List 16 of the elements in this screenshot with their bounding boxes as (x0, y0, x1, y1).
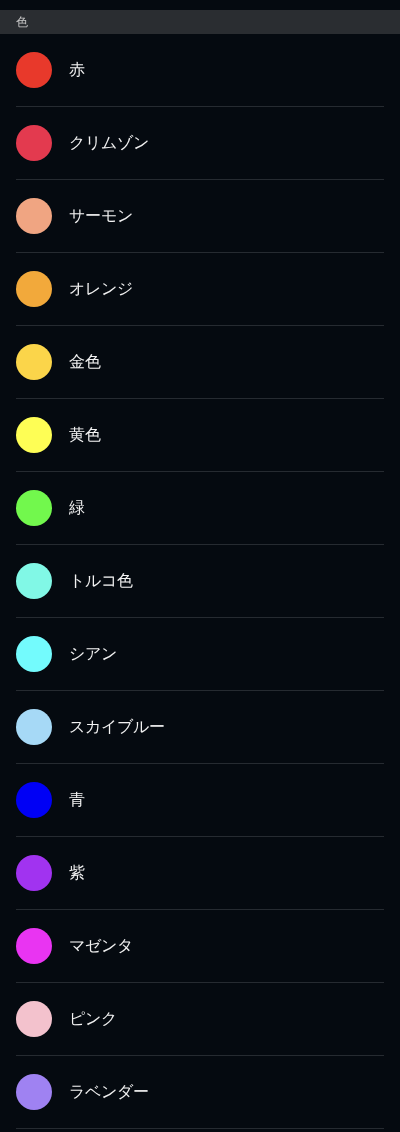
color-name[interactable]: トルコ色 (69, 570, 133, 592)
section-header: 色 (0, 10, 400, 34)
color-name[interactable]: ラベンダー (69, 1081, 149, 1103)
color-name[interactable]: スカイブルー (69, 716, 165, 738)
color-name[interactable]: オレンジ (69, 278, 133, 300)
color-name[interactable]: 金色 (69, 351, 101, 373)
color-name[interactable]: 紫 (69, 862, 85, 884)
color-name[interactable]: マゼンタ (69, 935, 133, 957)
color-name[interactable]: シアン (69, 643, 117, 665)
color-name[interactable]: ピンク (69, 1008, 117, 1030)
color-name[interactable]: 緑 (69, 497, 85, 519)
color-name[interactable]: サーモン (69, 205, 133, 227)
color-name[interactable]: 赤 (69, 59, 85, 81)
color-name[interactable]: クリムゾン (69, 132, 149, 154)
color-name[interactable]: 黄色 (69, 424, 101, 446)
color-name[interactable]: 青 (69, 789, 85, 811)
